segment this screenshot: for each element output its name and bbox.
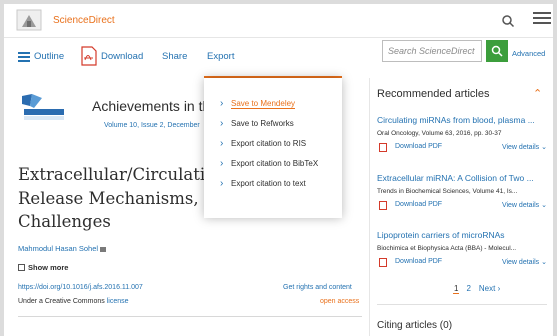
chevron-right-icon: › <box>220 98 224 109</box>
save-to-mendeley-option[interactable]: › Save to Mendeley <box>204 94 342 114</box>
journal-title[interactable]: Achievements in th <box>92 98 210 114</box>
article-title: Extracellular/Circulating Release Mechan… <box>18 163 227 234</box>
chevron-right-icon: › <box>220 138 224 149</box>
view-details-label: View details <box>501 144 540 151</box>
view-details-link[interactable]: View details ⌄ <box>502 258 547 266</box>
export-button[interactable]: Export <box>207 51 234 62</box>
recommended-title-link[interactable]: Lipoprotein carriers of microRNAs <box>377 230 547 240</box>
menu-item-label: Export citation to text <box>231 179 306 188</box>
recommended-source: Biochimica et Biophysica Acta (BBA) - Mo… <box>377 245 517 252</box>
recommended-source: Trends in Biochemical Sciences, Volume 4… <box>377 188 518 195</box>
collapse-chevron-icon[interactable]: ⌃ <box>533 87 542 100</box>
search-icon[interactable] <box>501 14 515 28</box>
export-dropdown: › Save to Mendeley › Save to Refworks › Exp… <box>204 78 342 218</box>
advanced-search-link[interactable]: Advanced <box>512 49 545 58</box>
menu-item-label: Save to Refworks <box>231 119 294 128</box>
rights-link[interactable]: Get rights and content <box>283 284 352 291</box>
recommended-actions: Download PDF View details ⌄ <box>377 200 547 212</box>
chevron-right-icon: › <box>497 284 501 293</box>
chevron-down-icon: ⌄ <box>541 259 547 266</box>
recommended-title-link[interactable]: Extracellular miRNA: A Collision of Two … <box>377 173 547 183</box>
page-current: 1 <box>453 284 460 294</box>
doi-link[interactable]: https://doi.org/10.1016/j.afs.2016.11.00… <box>18 284 143 291</box>
chevron-right-icon: › <box>220 158 224 169</box>
article-title-line: Challenges <box>18 212 111 231</box>
divider <box>18 316 362 317</box>
pdf-icon <box>379 201 387 210</box>
download-pdf-link[interactable]: Download PDF <box>395 201 442 208</box>
menu-item-label: Save to Mendeley <box>231 99 296 109</box>
next-label: Next <box>478 284 496 293</box>
author-line: Mahmodul Hasan Sohel <box>18 244 107 253</box>
license-line: Under a Creative Commons license <box>18 298 129 305</box>
export-bibtex-option[interactable]: › Export citation to BibTeX <box>204 154 342 174</box>
export-text-option[interactable]: › Export citation to text <box>204 174 342 194</box>
hamburger-menu-icon[interactable] <box>533 12 551 26</box>
show-more-label: Show more <box>28 263 69 272</box>
menu-item-label: Export citation to BibTeX <box>231 159 319 168</box>
recommended-source: Oral Oncology, Volume 63, 2016, pp. 30-3… <box>377 130 502 137</box>
download-pdf-link[interactable]: Download PDF <box>395 258 442 265</box>
license-prefix: Under a Creative Commons <box>18 298 107 305</box>
page-link[interactable]: 2 <box>466 284 470 293</box>
open-access-badge: open access <box>320 298 360 305</box>
download-button[interactable]: Download <box>101 51 143 62</box>
article-title-line: Release Mechanisms, Fu <box>18 188 226 208</box>
show-more-button[interactable]: Show more <box>18 263 68 272</box>
recommended-item: Lipoprotein carriers of microRNAs Biochi… <box>377 230 547 269</box>
recommended-heading: Recommended articles <box>377 88 490 100</box>
menu-item-label: Export citation to RIS <box>231 139 307 148</box>
pdf-icon <box>379 258 387 267</box>
pdf-icon[interactable] <box>80 46 98 66</box>
save-to-refworks-option[interactable]: › Save to Refworks <box>204 114 342 134</box>
pdf-icon <box>379 143 387 152</box>
chevron-down-icon: ⌄ <box>541 202 547 209</box>
email-icon[interactable] <box>100 246 107 252</box>
outline-icon[interactable] <box>18 52 30 62</box>
outline-button[interactable]: Outline <box>34 51 64 62</box>
recommended-title-link[interactable]: Circulating miRNAs from blood, plasma ..… <box>377 115 547 125</box>
journal-logo-icon[interactable] <box>18 92 68 122</box>
share-button[interactable]: Share <box>162 51 187 62</box>
citing-articles-heading[interactable]: Citing articles (0) <box>377 320 452 331</box>
recommended-actions: Download PDF View details ⌄ <box>377 142 547 154</box>
recommended-item: Circulating miRNAs from blood, plasma ..… <box>377 115 547 154</box>
article-title-line: Extracellular/Circulating <box>18 165 227 184</box>
export-ris-option[interactable]: › Export citation to RIS <box>204 134 342 154</box>
view-details-link[interactable]: View details ⌄ <box>502 201 547 209</box>
pagination: 1 2 Next › <box>453 284 500 294</box>
view-details-link[interactable]: View details ⌄ <box>502 143 547 151</box>
elsevier-logo-icon[interactable] <box>16 9 42 31</box>
search-input[interactable]: Search ScienceDirect <box>382 40 482 62</box>
chevron-right-icon: › <box>220 118 224 129</box>
top-bar: ScienceDirect <box>4 4 553 38</box>
expand-icon <box>18 264 25 271</box>
column-divider <box>369 78 370 336</box>
chevron-right-icon: › <box>220 178 224 189</box>
volume-issue-link[interactable]: Volume 10, Issue 2, December <box>104 122 200 129</box>
license-link[interactable]: license <box>107 298 129 305</box>
view-details-label: View details <box>501 259 540 266</box>
window-frame: ScienceDirect Outline Download Share Exp… <box>0 0 557 336</box>
search-button-icon <box>491 45 503 57</box>
download-pdf-link[interactable]: Download PDF <box>395 143 442 150</box>
article-page: ScienceDirect Outline Download Share Exp… <box>4 4 553 336</box>
recommended-item: Extracellular miRNA: A Collision of Two … <box>377 173 547 212</box>
search-button[interactable] <box>486 40 508 62</box>
next-page-button[interactable]: Next › <box>479 284 500 293</box>
divider <box>377 304 547 305</box>
chevron-down-icon: ⌄ <box>541 144 547 151</box>
recommended-actions: Download PDF View details ⌄ <box>377 257 547 269</box>
brand-link[interactable]: ScienceDirect <box>53 15 115 26</box>
author-link[interactable]: Mahmodul Hasan Sohel <box>18 244 98 253</box>
view-details-label: View details <box>501 202 540 209</box>
